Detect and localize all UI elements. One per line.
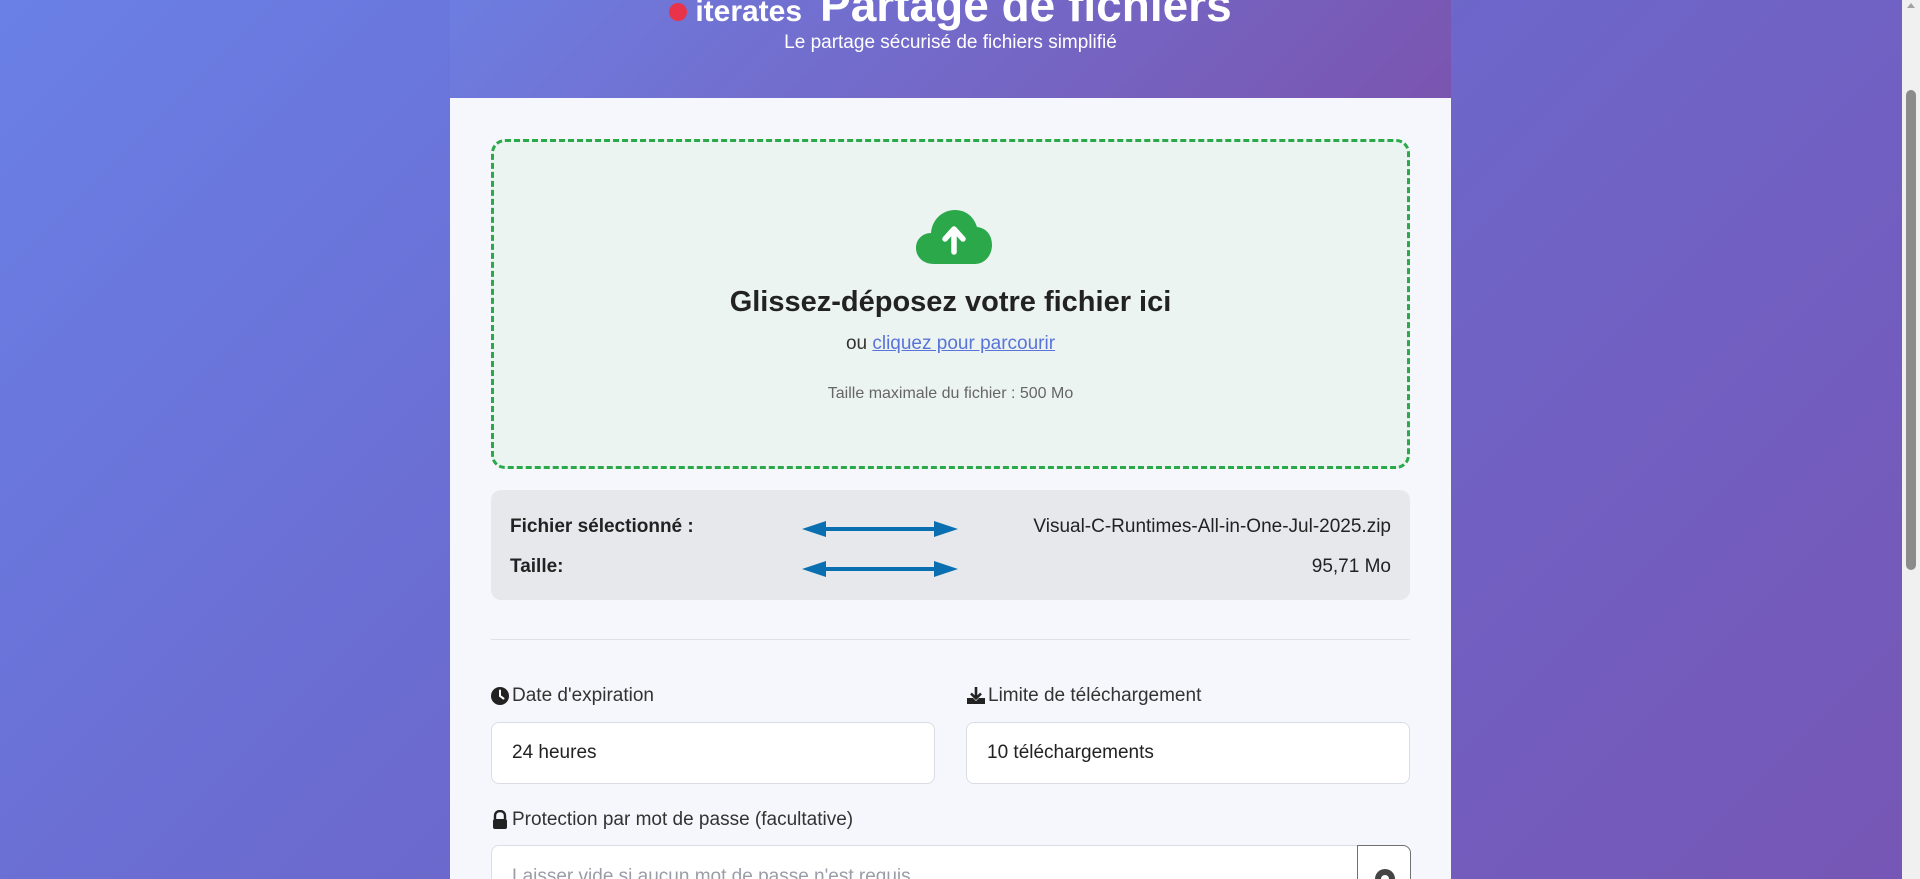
double-arrow-icon xyxy=(802,561,958,577)
selected-file-name: Visual-C-Runtimes-All-in-One-Jul-2025.zi… xyxy=(1033,516,1391,537)
selected-file-info: Fichier sélectionné : Visual-C-Runtimes-… xyxy=(491,490,1410,600)
brand-dot-icon xyxy=(669,3,688,21)
expiration-select[interactable]: 24 heures xyxy=(491,722,935,784)
dropzone-browse-line: ou cliquez pour parcourir xyxy=(494,333,1407,355)
password-input[interactable]: Laisser vide si aucun mot de passe n'est… xyxy=(491,845,1359,879)
page-scrollbar[interactable] xyxy=(1902,0,1920,879)
clock-icon xyxy=(491,687,509,705)
eye-icon xyxy=(1375,869,1395,879)
title-row: iterates Partage de fichiers xyxy=(450,0,1451,32)
dropzone-title: Glissez-déposez votre fichier ici xyxy=(729,286,1172,318)
page-title: Partage de fichiers xyxy=(820,0,1232,31)
download-limit-select[interactable]: 10 téléchargements xyxy=(966,722,1410,784)
file-dropzone[interactable]: Glissez-déposez votre fichier ici ou cli… xyxy=(491,139,1410,469)
scrollbar-thumb[interactable] xyxy=(1906,90,1916,570)
dropzone-or-text: ou xyxy=(845,333,868,354)
file-size-row: Taille: 95,71 Mo xyxy=(510,556,1391,582)
password-label: Protection par mot de passe (facultative… xyxy=(490,809,853,831)
header: iterates Partage de fichiers Le partage … xyxy=(450,0,1451,98)
selected-file-row: Fichier sélectionné : Visual-C-Runtimes-… xyxy=(510,516,1391,542)
brand-logo: iterates xyxy=(669,0,802,29)
max-file-size: Taille maximale du fichier : 500 Mo xyxy=(827,385,1074,402)
cloud-upload-icon xyxy=(916,210,992,264)
page-subtitle: Le partage sécurisé de fichiers simplifi… xyxy=(784,32,1117,53)
expiration-label-text: Date d'expiration xyxy=(512,685,654,706)
file-size-label: Taille: xyxy=(510,556,564,577)
scroll-up-arrow-icon[interactable] xyxy=(1907,3,1915,8)
page: iterates Partage de fichiers Le partage … xyxy=(0,0,1902,879)
lock-icon xyxy=(493,810,507,829)
download-icon xyxy=(967,687,985,704)
expiration-label: Date d'expiration xyxy=(490,685,654,707)
file-size-value: 95,71 Mo xyxy=(1311,556,1391,577)
toggle-password-button[interactable] xyxy=(1357,845,1411,879)
upload-card: iterates Partage de fichiers Le partage … xyxy=(450,0,1451,879)
download-limit-label: Limite de téléchargement xyxy=(966,685,1201,707)
double-arrow-icon xyxy=(802,521,958,537)
password-label-text: Protection par mot de passe (facultative… xyxy=(512,809,854,830)
download-limit-label-text: Limite de téléchargement xyxy=(988,685,1202,706)
selected-file-label: Fichier sélectionné : xyxy=(510,516,694,537)
brand-name: iterates xyxy=(695,0,803,28)
section-divider xyxy=(491,639,1410,640)
browse-link[interactable]: cliquez pour parcourir xyxy=(872,333,1055,354)
